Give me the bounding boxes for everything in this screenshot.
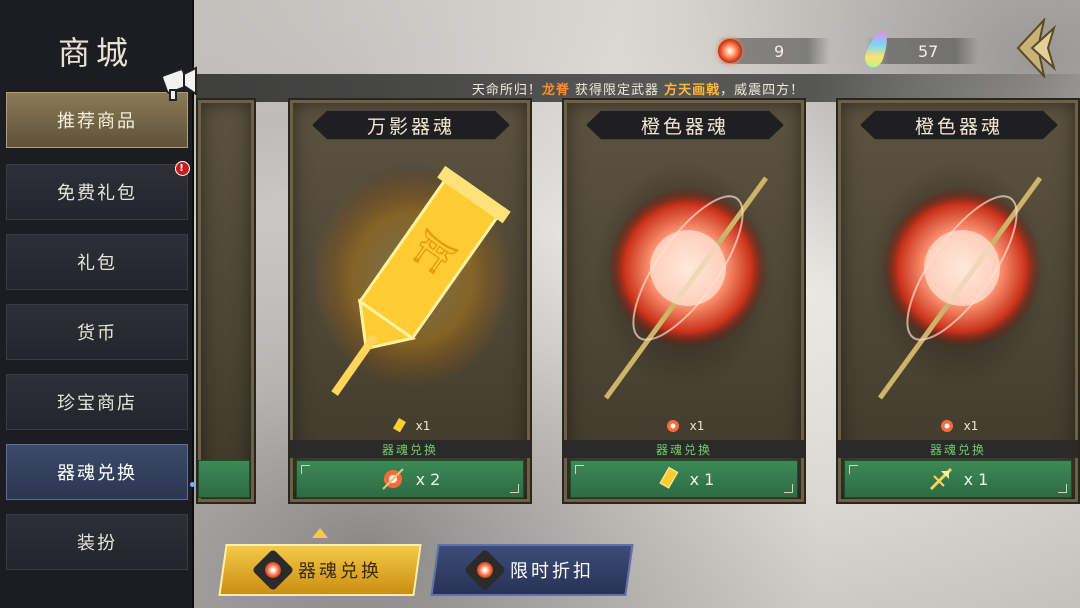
requirement-row: x1 bbox=[838, 414, 1078, 438]
product-card[interactable]: 橙色器魂 x1 器魂兑换 x 1 bbox=[562, 98, 806, 504]
card-category-label: 器魂兑换 bbox=[838, 440, 1078, 458]
currency-orb: 9 bbox=[718, 38, 830, 64]
exchange-button[interactable]: x 1 bbox=[570, 460, 798, 498]
soul-orb-icon bbox=[463, 548, 507, 592]
card-title: 橙色器魂 bbox=[586, 110, 784, 140]
requirement-qty: x1 bbox=[415, 419, 431, 433]
active-tab-arrow bbox=[312, 528, 328, 538]
buy-button-partial[interactable] bbox=[198, 460, 250, 498]
soul-orb-mini-icon bbox=[940, 420, 953, 432]
tab-label: 限时折扣 bbox=[510, 561, 594, 582]
card-title: 万影器魂 bbox=[312, 110, 510, 140]
orange-soul-orb-icon bbox=[603, 176, 769, 400]
exchange-button[interactable]: x 1 bbox=[844, 460, 1072, 498]
product-card[interactable]: 万影器魂 ⛩ x1 器魂兑换 x 2 bbox=[288, 98, 532, 504]
tab-limited-discount[interactable]: 限时折扣 bbox=[430, 544, 634, 596]
exchange-price: x 1 bbox=[963, 469, 989, 489]
sidebar-item-currency[interactable]: 货币 bbox=[6, 304, 188, 360]
product-card[interactable]: 橙色器魂 x1 器魂兑换 x 1 bbox=[836, 98, 1080, 504]
card-title: 橙色器魂 bbox=[860, 110, 1058, 140]
spear-currency-icon bbox=[929, 467, 952, 491]
announcement-suffix: ，威震四方！ bbox=[720, 82, 805, 98]
notification-badge: ! bbox=[175, 161, 190, 176]
requirement-qty: x1 bbox=[963, 419, 979, 433]
announcement-prefix: 天命所归！ bbox=[471, 82, 542, 98]
orange-soul-orb-icon bbox=[877, 176, 1043, 400]
sidebar-item-label: 礼包 bbox=[77, 253, 117, 274]
card-category-label: 器魂兑换 bbox=[290, 440, 530, 458]
sidebar-item-free-gift[interactable]: 免费礼包 ! bbox=[6, 161, 190, 220]
sidebar-item-label: 推荐商品 bbox=[57, 111, 137, 132]
sidebar-item-label: 货币 bbox=[77, 323, 117, 344]
soul-orb-mini-icon bbox=[666, 420, 679, 432]
soul-orb-icon bbox=[381, 468, 404, 490]
sidebar-item-label: 珍宝商店 bbox=[57, 393, 137, 414]
announcement-weapon: 方天画戟 bbox=[664, 82, 721, 98]
exchange-price: x 1 bbox=[689, 469, 715, 489]
soul-orb-icon bbox=[718, 39, 742, 63]
banner-mini-icon bbox=[392, 417, 406, 433]
announcement-player: 龙脊 bbox=[541, 82, 570, 98]
requirement-qty: x1 bbox=[689, 419, 705, 433]
banner-weapon-icon: ⛩ bbox=[312, 165, 512, 396]
megaphone-icon bbox=[161, 66, 197, 101]
currency-feather: 57 bbox=[862, 28, 978, 70]
requirement-row: x1 bbox=[290, 414, 530, 438]
tab-label: 器魂兑换 bbox=[298, 561, 382, 582]
sidebar-item-label: 器魂兑换 bbox=[57, 463, 137, 484]
sidebar-item-label: 装扮 bbox=[77, 533, 117, 554]
product-card-partial[interactable] bbox=[196, 98, 256, 504]
sidebar-item-treasure-shop[interactable]: 珍宝商店 bbox=[6, 374, 188, 430]
sidebar-item-soul-exchange[interactable]: 器魂兑换 bbox=[6, 444, 188, 500]
sidebar-item-label: 免费礼包 bbox=[57, 183, 137, 204]
exchange-button[interactable]: x 2 bbox=[296, 460, 524, 498]
banner-currency-icon bbox=[658, 466, 679, 489]
soul-orb-icon bbox=[251, 548, 295, 592]
card-category-label: 器魂兑换 bbox=[564, 440, 804, 458]
announcement-middle: 获得限定武器 bbox=[569, 82, 665, 98]
back-arrow-icon[interactable] bbox=[1014, 18, 1058, 78]
feather-amount: 57 bbox=[918, 41, 939, 61]
sidebar-item-dress-up[interactable]: 装扮 bbox=[6, 514, 188, 570]
exchange-price: x 2 bbox=[415, 469, 441, 489]
tab-soul-exchange[interactable]: 器魂兑换 bbox=[218, 544, 422, 596]
requirement-row: x1 bbox=[564, 414, 804, 438]
sidebar-item-gift-pack[interactable]: 礼包 bbox=[6, 234, 188, 290]
orb-amount: 9 bbox=[774, 41, 785, 61]
